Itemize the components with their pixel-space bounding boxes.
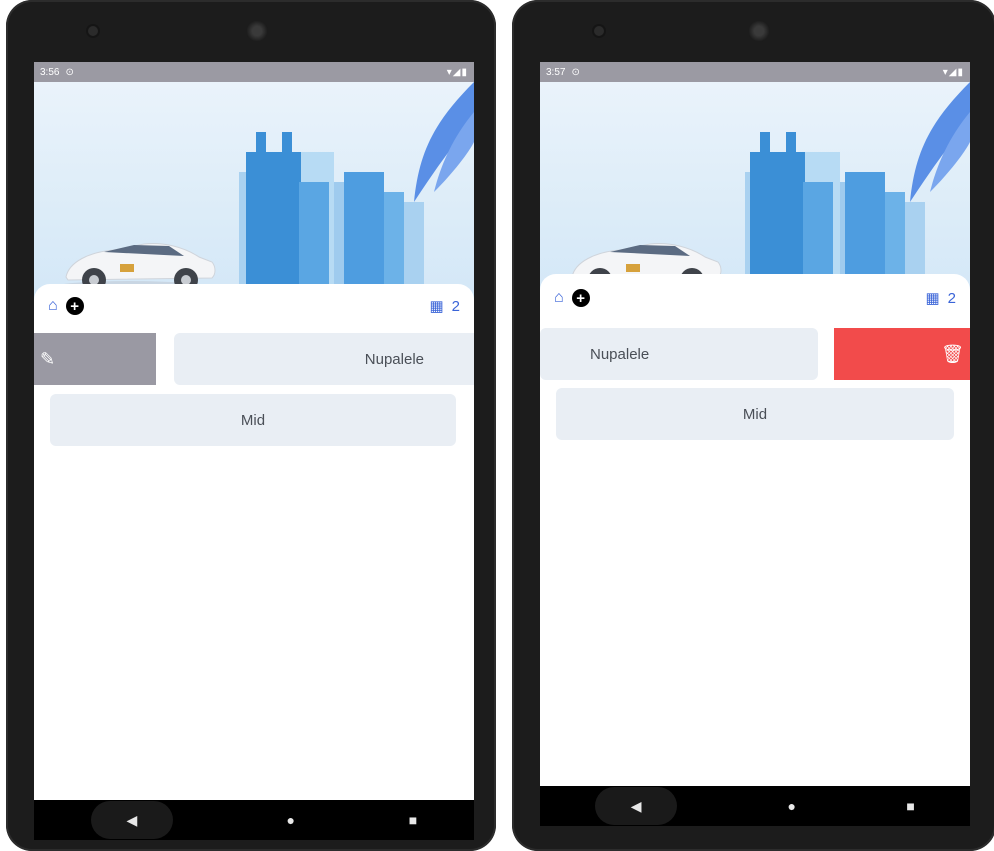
city-skyline-illustration [560, 82, 970, 302]
list-item[interactable]: Mid [50, 394, 456, 446]
android-nav-bar: ◀ ● ■ [34, 800, 474, 840]
status-bar: 3:57 ⊙ ▾◢▮ [540, 62, 970, 82]
recents-button[interactable]: ■ [906, 798, 914, 814]
calendar-icon: ▦ [925, 290, 940, 307]
device-frame-left: 3:56 ⊙ ▾◢▮ ⌂ + ▦ 2 ✎ Nupalele Mid ◀ ● ■ [6, 0, 496, 851]
list-item[interactable]: Mid [556, 388, 954, 440]
list-item-label: Mid [742, 405, 768, 423]
trash-icon: 🗑 [941, 343, 964, 364]
system-status-icons: ▾◢▮ [942, 66, 964, 78]
delete-action[interactable]: 🗑 [834, 328, 970, 380]
sync-icon: ⊙ [65, 66, 74, 78]
content-card: ⌂ + ▦ 2 Nupalele 🗑 Mid [540, 274, 970, 786]
status-time: 3:56 [40, 66, 60, 78]
back-button[interactable]: ◀ [90, 801, 173, 839]
screen-left: 3:56 ⊙ ▾◢▮ ⌂ + ▦ 2 ✎ Nupalele Mid ◀ ● ■ [34, 62, 474, 840]
edit-icon: ✎ [40, 348, 56, 369]
list-item-swiped[interactable]: Nupalele [174, 333, 474, 385]
home-button[interactable]: ● [287, 812, 295, 828]
content-card: ⌂ + ▦ 2 ✎ Nupalele Mid [34, 284, 474, 800]
home-icon[interactable]: ⌂ [554, 289, 564, 307]
front-camera [748, 20, 770, 42]
home-icon[interactable]: ⌂ [48, 297, 58, 315]
count-value: 2 [451, 297, 460, 315]
list-item-swiped[interactable]: Nupalele [540, 328, 818, 380]
toolbar-row: ⌂ + ▦ 2 [48, 294, 460, 318]
home-button[interactable]: ● [788, 798, 796, 814]
add-icon[interactable]: + [571, 289, 590, 307]
list-item-label: Nupalele [590, 345, 650, 363]
city-skyline-illustration [54, 82, 474, 302]
hero-illustration [34, 82, 474, 302]
toolbar-row: ⌂ + ▦ 2 [554, 286, 956, 310]
edit-action[interactable]: ✎ [34, 333, 156, 385]
hero-illustration [540, 82, 970, 302]
add-icon[interactable]: + [65, 297, 84, 315]
calendar-count[interactable]: ▦ 2 [429, 297, 460, 316]
front-sensor [88, 26, 98, 36]
list-item-label: Mid [240, 411, 266, 429]
device-frame-right: 3:57 ⊙ ▾◢▮ ⌂ + ▦ 2 Nupalele 🗑 Mid ◀ ● ■ [512, 0, 994, 851]
count-value: 2 [947, 289, 956, 307]
screen-right: 3:57 ⊙ ▾◢▮ ⌂ + ▦ 2 Nupalele 🗑 Mid ◀ ● ■ [540, 62, 970, 826]
calendar-icon: ▦ [429, 298, 444, 315]
back-icon: ◀ [630, 797, 642, 814]
system-status-icons: ▾◢▮ [446, 66, 468, 78]
sync-icon: ⊙ [571, 66, 580, 78]
recents-button[interactable]: ■ [409, 812, 417, 828]
back-button[interactable]: ◀ [595, 787, 678, 825]
back-icon: ◀ [126, 811, 138, 828]
status-bar: 3:56 ⊙ ▾◢▮ [34, 62, 474, 82]
list-item-label: Nupalele [364, 350, 424, 368]
status-time: 3:57 [546, 66, 566, 78]
android-nav-bar: ◀ ● ■ [540, 786, 970, 826]
calendar-count[interactable]: ▦ 2 [925, 289, 956, 308]
front-sensor [594, 26, 604, 36]
front-camera [246, 20, 268, 42]
